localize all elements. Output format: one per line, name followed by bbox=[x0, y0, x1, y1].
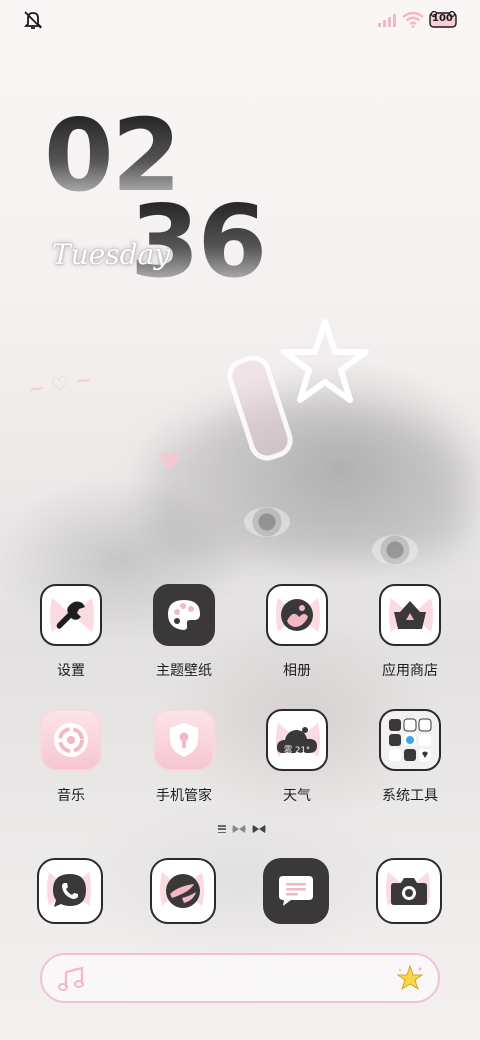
message-bubble-icon bbox=[279, 876, 313, 906]
music-app-icon[interactable] bbox=[40, 709, 102, 771]
settings-app-icon[interactable] bbox=[40, 584, 102, 646]
wallpaper-eye-right bbox=[372, 535, 418, 565]
dock-browser[interactable] bbox=[150, 858, 216, 924]
weather-readout: 雾 21° bbox=[283, 746, 311, 756]
palette-icon bbox=[168, 600, 200, 630]
phone-manager-app-icon[interactable] bbox=[153, 709, 215, 771]
app-store[interactable]: 应用商店 bbox=[360, 584, 460, 680]
shield-icon bbox=[170, 723, 198, 757]
system-tools-folder-icon[interactable] bbox=[379, 709, 441, 771]
gallery-app-icon[interactable] bbox=[266, 584, 328, 646]
themes-app-icon[interactable] bbox=[153, 584, 215, 646]
app-label: 手机管家 bbox=[156, 788, 212, 804]
music-disc-icon bbox=[54, 723, 88, 757]
app-store-icon[interactable] bbox=[379, 584, 441, 646]
phone-app-icon[interactable] bbox=[37, 858, 103, 924]
app-phone-manager[interactable]: 手机管家 bbox=[134, 709, 234, 805]
tools-folder-icon bbox=[389, 718, 432, 761]
phone-icon bbox=[53, 874, 86, 907]
browser-globe-icon bbox=[166, 874, 200, 908]
wallpaper-star-icon bbox=[281, 319, 369, 403]
page-indicator[interactable] bbox=[218, 822, 266, 836]
app-themes[interactable]: 主题壁纸 bbox=[134, 584, 234, 680]
wrench-icon bbox=[56, 601, 85, 629]
battery-level: 100 bbox=[432, 13, 453, 24]
app-system-tools-folder[interactable]: 系统工具 bbox=[360, 709, 460, 805]
page-dot-bow-active-icon bbox=[252, 825, 266, 833]
home-screen: ♥ ~ ♡ ~ 100 02 36 Tuesday 设置 主题壁纸 相册 应用商… bbox=[0, 0, 480, 1040]
sparkle-star-icon[interactable] bbox=[396, 964, 424, 992]
app-label: 应用商店 bbox=[382, 663, 438, 679]
wifi-icon bbox=[402, 12, 424, 28]
wallpaper-heart-icon: ♥ bbox=[158, 448, 182, 478]
mute-bell-icon bbox=[23, 11, 43, 29]
dock-messages[interactable] bbox=[263, 858, 329, 924]
app-settings[interactable]: 设置 bbox=[21, 584, 121, 680]
status-bar: 100 bbox=[0, 0, 480, 40]
clock-day: Tuesday bbox=[52, 238, 171, 271]
browser-app-icon[interactable] bbox=[150, 858, 216, 924]
app-label: 设置 bbox=[57, 663, 85, 679]
dock-camera[interactable] bbox=[376, 858, 442, 924]
page-dot-bow-icon bbox=[232, 825, 246, 833]
app-label: 相册 bbox=[283, 663, 311, 679]
app-music[interactable]: 音乐 bbox=[21, 709, 121, 805]
signal-bars-icon bbox=[378, 14, 396, 27]
wallpaper-doodle: ~ ♡ ~ bbox=[26, 366, 94, 402]
messages-app-icon[interactable] bbox=[263, 858, 329, 924]
app-weather[interactable]: 雾 21° 天气 bbox=[247, 709, 347, 805]
app-label: 主题壁纸 bbox=[156, 663, 212, 679]
wallpaper-eye-left bbox=[244, 507, 290, 537]
app-label: 音乐 bbox=[57, 788, 85, 804]
search-bar[interactable] bbox=[40, 953, 440, 1003]
app-label: 系统工具 bbox=[382, 788, 438, 804]
camera-icon bbox=[391, 878, 427, 905]
wallpaper-hair-shadow bbox=[150, 400, 470, 560]
weather-app-icon[interactable]: 雾 21° bbox=[266, 709, 328, 771]
app-label: 天气 bbox=[283, 788, 311, 804]
app-gallery[interactable]: 相册 bbox=[247, 584, 347, 680]
music-note-icon[interactable] bbox=[58, 966, 86, 992]
photo-album-icon bbox=[281, 599, 313, 631]
page-indicator-menu bbox=[218, 825, 226, 833]
dock-phone[interactable] bbox=[37, 858, 103, 924]
shopping-basket-icon bbox=[394, 601, 426, 629]
camera-app-icon[interactable] bbox=[376, 858, 442, 924]
